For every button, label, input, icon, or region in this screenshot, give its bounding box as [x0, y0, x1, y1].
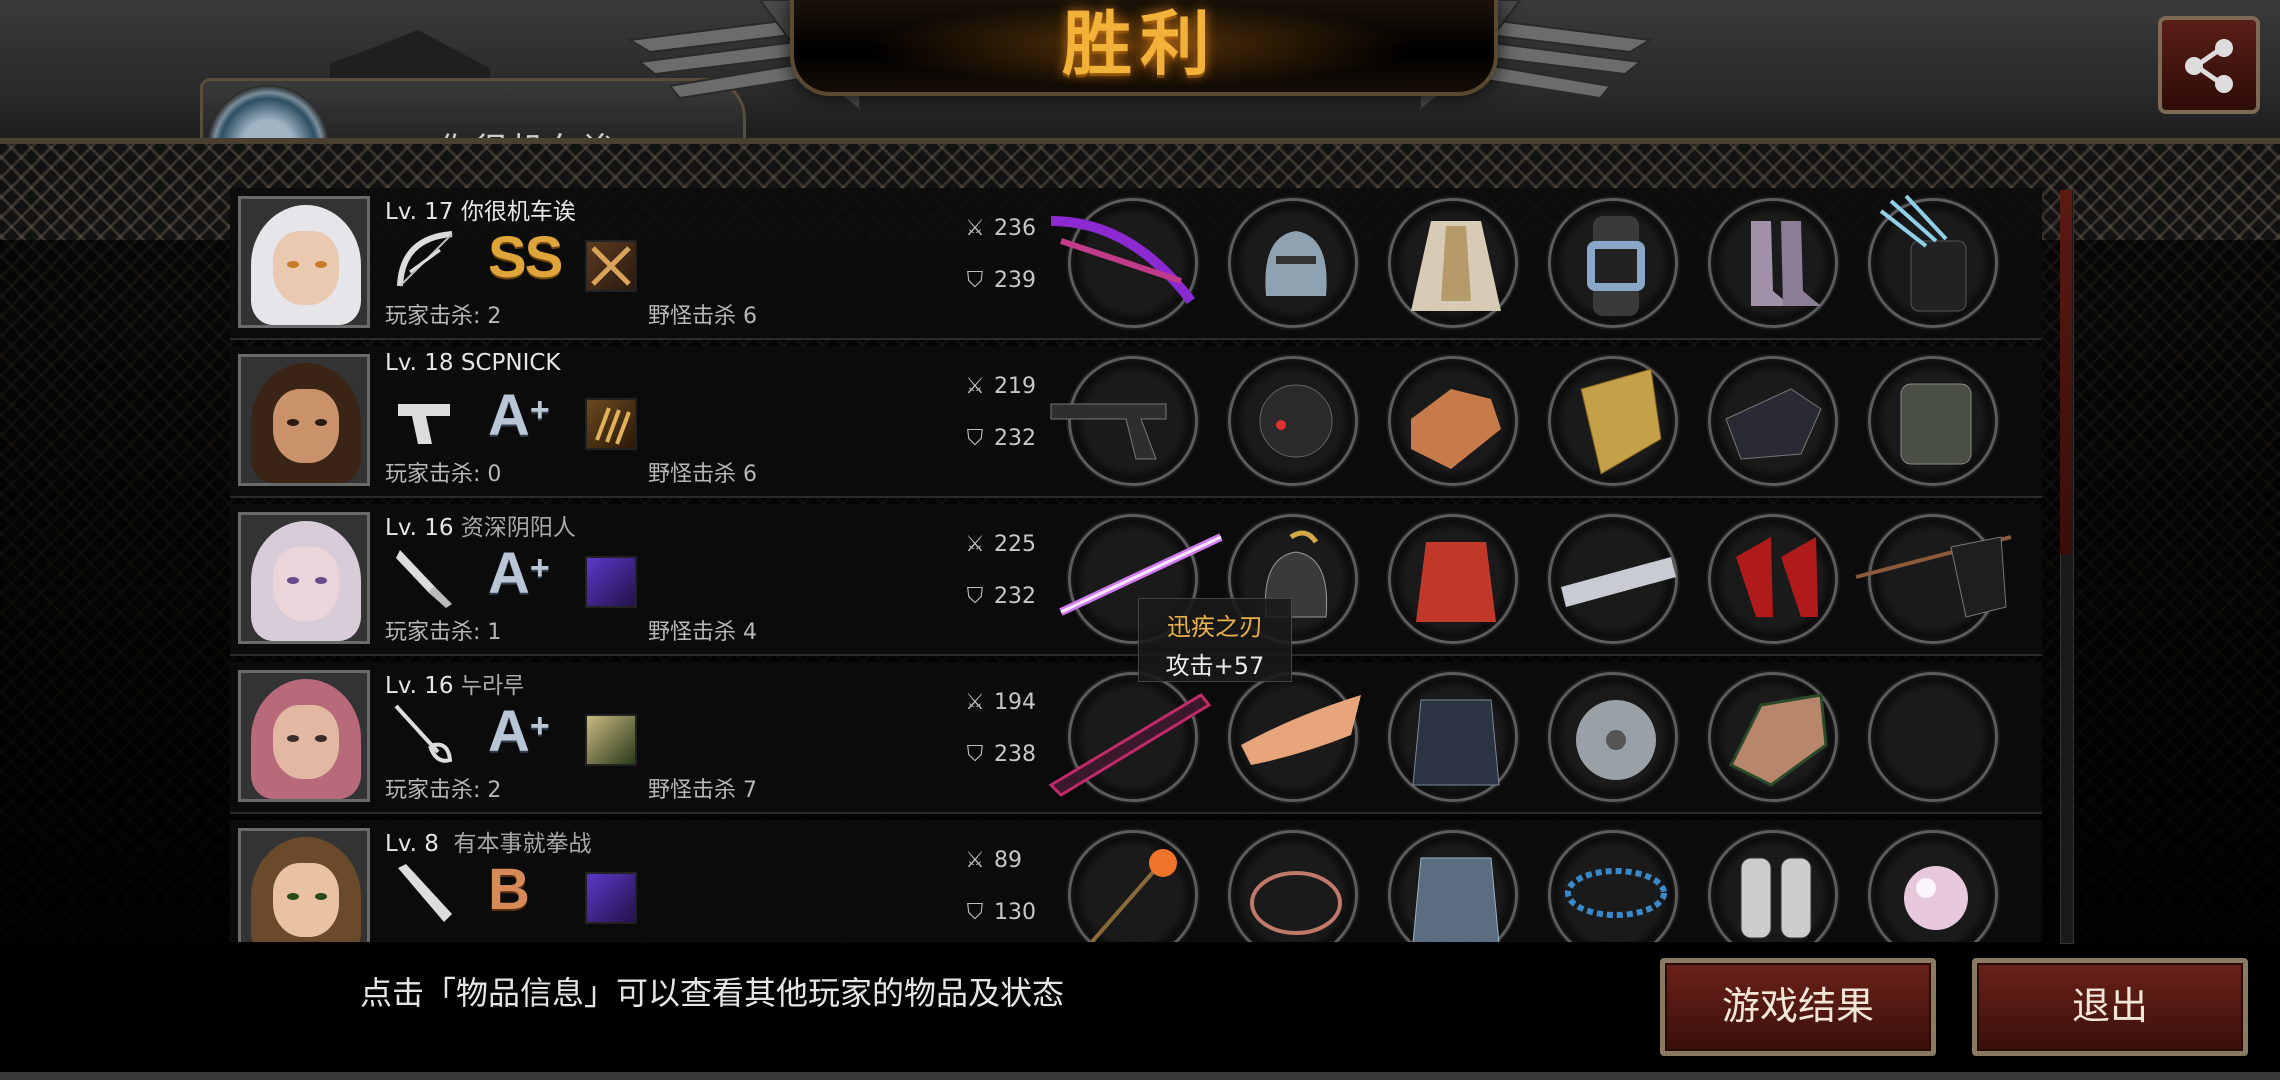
player-portrait[interactable] — [238, 196, 370, 328]
scrollbar-thumb[interactable] — [2060, 190, 2072, 555]
red-jacket-icon[interactable] — [1388, 514, 1518, 644]
grade-badge: SS — [488, 225, 563, 290]
leather-armor-icon[interactable] — [1388, 672, 1518, 802]
player-portrait[interactable] — [238, 354, 370, 486]
bottom-edge — [0, 1072, 2280, 1080]
mask-helmet-icon[interactable] — [1228, 356, 1358, 486]
red-heels-icon[interactable] — [1708, 514, 1838, 644]
chainmail-icon[interactable] — [1388, 830, 1518, 942]
knife-icon — [396, 550, 452, 608]
rapier-icon — [394, 704, 453, 763]
grade-badge: B — [488, 857, 530, 922]
grade-badge: A+ — [488, 699, 550, 764]
monster-kills: 野怪击杀 7 — [648, 778, 757, 803]
revolver-icon[interactable] — [1050, 356, 1198, 486]
player-portrait[interactable] — [238, 828, 370, 942]
victory-title: 胜利 — [1062, 3, 1218, 85]
tooltip-item-name: 迅疾之刃 — [1167, 613, 1263, 641]
defense-stat: ⛉ 238 — [960, 742, 1036, 767]
tiara-icon[interactable] — [1228, 672, 1361, 802]
hint-text: 点击「物品信息」可以查看其他玩家的物品及状态 — [360, 974, 1065, 1012]
player-kills: 玩家击杀: 2 — [385, 304, 502, 329]
player-portrait[interactable] — [238, 512, 370, 644]
player-list[interactable]: Lv. 17 你很机车诶 SS 玩家击杀: 2 野怪击杀 6 ⚔ 236 ⛉ 239… — [230, 188, 2050, 942]
empty-slot[interactable] — [1868, 672, 1998, 802]
share-icon — [2185, 39, 2233, 93]
round-shield-icon[interactable] — [1548, 672, 1678, 802]
claw-skill-icon — [585, 398, 637, 450]
swords-icon: ⚔ — [965, 216, 985, 241]
swords-icon: ⚔ — [965, 532, 985, 557]
attack-stat: ⚔ 225 — [960, 532, 1036, 557]
cloak-icon[interactable] — [1388, 198, 1518, 328]
crossed-blades-skill-icon — [585, 240, 637, 292]
player-kills: 玩家击杀: 1 — [385, 620, 502, 645]
player-row[interactable]: Lv. 8 有本事就拳战 B ⚔ 89 ⛉ 130 — [230, 820, 2042, 942]
boots-icon[interactable] — [1708, 198, 1838, 328]
attack-stat: ⚔ 219 — [960, 374, 1036, 399]
player-level-name: Lv. 17 你很机车诶 — [385, 199, 576, 225]
vest-icon[interactable] — [1868, 356, 1998, 486]
player-row[interactable]: Lv. 18 SCPNICK A+ 玩家击杀: 0 野怪击杀 6 ⚔ 219 ⛉ 2… — [230, 346, 2042, 498]
player-portrait[interactable] — [238, 670, 370, 802]
helmet-icon[interactable] — [1228, 198, 1358, 328]
defense-stat: ⛉ 130 — [960, 900, 1036, 925]
player-kills: 玩家击杀: 2 — [385, 778, 502, 803]
pearl-icon[interactable] — [1868, 830, 1998, 942]
exit-button[interactable]: 退出 — [1972, 958, 2248, 1056]
fire-wand-icon[interactable] — [1068, 830, 1198, 942]
share-button[interactable] — [2158, 16, 2260, 114]
shield-stat-icon: ⛉ — [966, 742, 984, 767]
shield-stat-icon: ⛉ — [966, 426, 984, 451]
armored-glove-icon[interactable] — [1708, 672, 1838, 802]
purple-crystal-skill-icon — [585, 872, 637, 924]
dark-sword-icon[interactable] — [1048, 672, 1212, 802]
player-row[interactable]: Lv. 17 你很机车诶 SS 玩家击杀: 2 野怪击杀 6 ⚔ 236 ⛉ 239 — [230, 188, 2042, 340]
tooltip-item-stat: 攻击+57 — [1165, 652, 1265, 680]
monster-kills: 野怪击杀 4 — [648, 620, 757, 645]
swords-icon: ⚔ — [965, 848, 985, 873]
pistol-icon — [398, 404, 450, 444]
character-skill-icon — [585, 714, 637, 766]
wristwatch-icon[interactable] — [1548, 198, 1678, 328]
attack-stat: ⚔ 194 — [960, 690, 1036, 715]
knee-guards-icon[interactable] — [1708, 830, 1838, 942]
purple-bow-icon[interactable] — [1050, 198, 1198, 328]
swords-icon: ⚔ — [965, 690, 985, 715]
swords-icon: ⚔ — [965, 374, 985, 399]
necklace-icon[interactable] — [1548, 830, 1678, 942]
attack-stat: ⚔ 89 — [960, 848, 1022, 873]
player-row[interactable]: Lv. 16 资深阴阳人 A+ 玩家击杀: 1 野怪击杀 4 ⚔ 225 ⛉ 232 — [230, 504, 2042, 656]
shield-stat-icon: ⛉ — [966, 584, 984, 609]
player-level-name: Lv. 8 有本事就拳战 — [385, 831, 592, 857]
shield-stat-icon: ⛉ — [966, 268, 984, 293]
player-level-name: Lv. 16 资深阴阳人 — [385, 515, 576, 541]
defense-stat: ⛉ 232 — [960, 426, 1036, 451]
shield-icon[interactable] — [1548, 356, 1678, 486]
shield-stat-icon: ⛉ — [966, 900, 984, 925]
spiked-bracer-icon[interactable] — [1548, 514, 1678, 644]
flag-icon[interactable] — [1855, 514, 2012, 644]
player-kills: 玩家击杀: 0 — [385, 462, 502, 487]
footer — [0, 944, 2280, 1080]
grade-badge: A+ — [488, 383, 550, 448]
attack-stat: ⚔ 236 — [960, 216, 1036, 241]
monster-kills: 野怪击杀 6 — [648, 462, 757, 487]
circlet-icon[interactable] — [1228, 830, 1358, 942]
player-level-name: Lv. 16 누라루 — [385, 673, 525, 699]
purple-crystal-skill-icon — [585, 556, 637, 608]
player-level-name: Lv. 18 SCPNICK — [385, 350, 561, 376]
defense-stat: ⛉ 232 — [960, 584, 1036, 609]
defense-stat: ⛉ 239 — [960, 268, 1036, 293]
game-results-button[interactable]: 游戏结果 — [1660, 958, 1936, 1056]
bow-icon — [397, 231, 453, 287]
quiver-icon[interactable] — [1868, 194, 1998, 328]
chain-armor-icon[interactable] — [1388, 356, 1518, 486]
gauntlet-icon[interactable] — [1708, 356, 1838, 486]
monster-kills: 野怪击杀 6 — [648, 304, 757, 329]
item-tooltip: 迅疾之刃 攻击+57 — [1138, 598, 1292, 682]
grade-badge: A+ — [488, 541, 550, 606]
bat-icon — [398, 864, 452, 922]
player-row[interactable]: Lv. 16 누라루 A+ 玩家击杀: 2 野怪击杀 7 ⚔ 194 ⛉ 238 — [230, 662, 2042, 814]
